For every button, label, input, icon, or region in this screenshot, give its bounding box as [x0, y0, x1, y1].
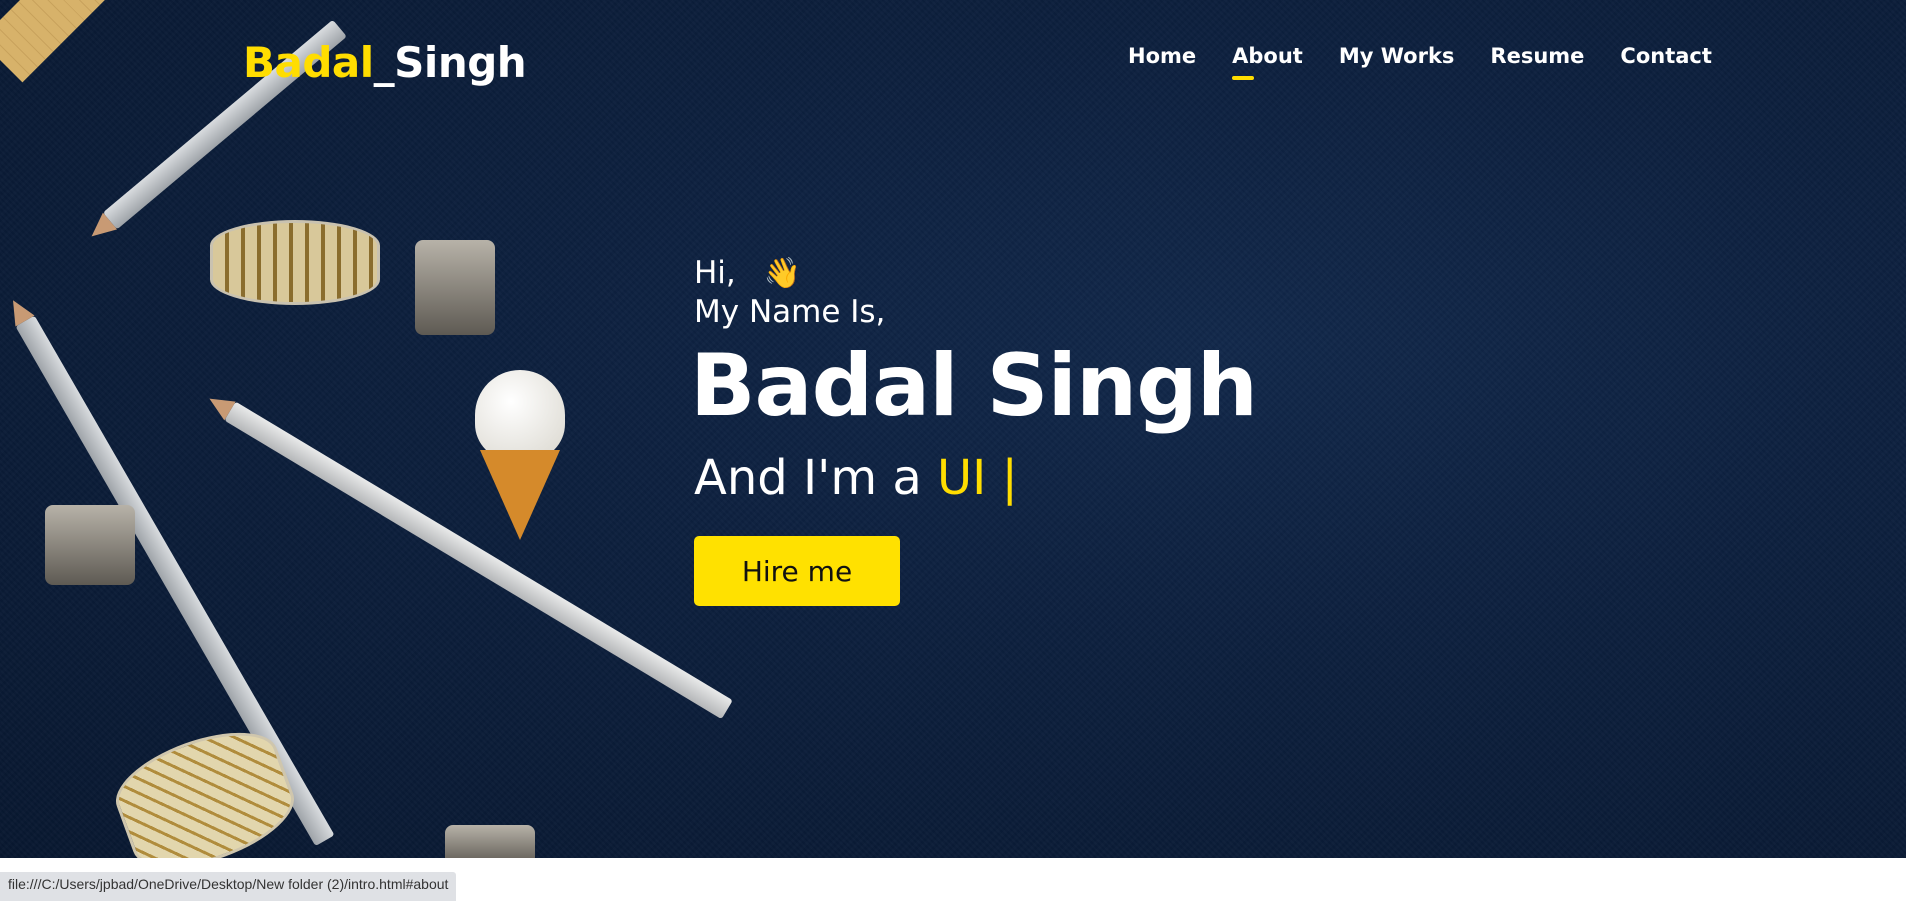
nav-resume[interactable]: Resume	[1490, 44, 1584, 68]
ice-cream-cone-decoration	[480, 450, 560, 540]
logo-last-name: Singh	[394, 38, 527, 87]
binder-clip-decoration	[45, 505, 135, 585]
nav-my-works[interactable]: My Works	[1339, 44, 1455, 68]
hero-name: Badal Singh	[690, 336, 1258, 436]
tape-roll-decoration	[210, 220, 380, 305]
hire-me-button[interactable]: Hire me	[694, 536, 900, 606]
browser-status-bar: file:///C:/Users/jpbad/OneDrive/Desktop/…	[0, 872, 457, 901]
waving-hand-icon: 👋	[763, 255, 802, 291]
binder-clip-decoration	[415, 240, 495, 335]
role-prefix: And I'm a	[694, 450, 922, 506]
nav-home[interactable]: Home	[1128, 44, 1196, 68]
greeting-line: Hi, 👋	[694, 255, 801, 291]
main-nav: Home About My Works Resume Contact	[1128, 44, 1748, 80]
role-typed-text: UI |	[937, 450, 1018, 506]
logo-first-name: Badal	[243, 38, 374, 87]
intro-text: My Name Is,	[694, 294, 886, 330]
nav-contact[interactable]: Contact	[1620, 44, 1712, 68]
nav-about[interactable]: About	[1232, 44, 1303, 80]
ice-cream-decoration	[475, 370, 565, 460]
hero-section: Badal_Singh Home About My Works Resume C…	[0, 0, 1906, 858]
binder-clip-decoration	[445, 825, 535, 858]
greeting-text: Hi,	[694, 255, 736, 291]
logo-separator: _	[373, 38, 395, 87]
site-logo[interactable]: Badal_Singh	[243, 38, 527, 87]
role-line: And I'm a UI |	[694, 450, 1018, 506]
